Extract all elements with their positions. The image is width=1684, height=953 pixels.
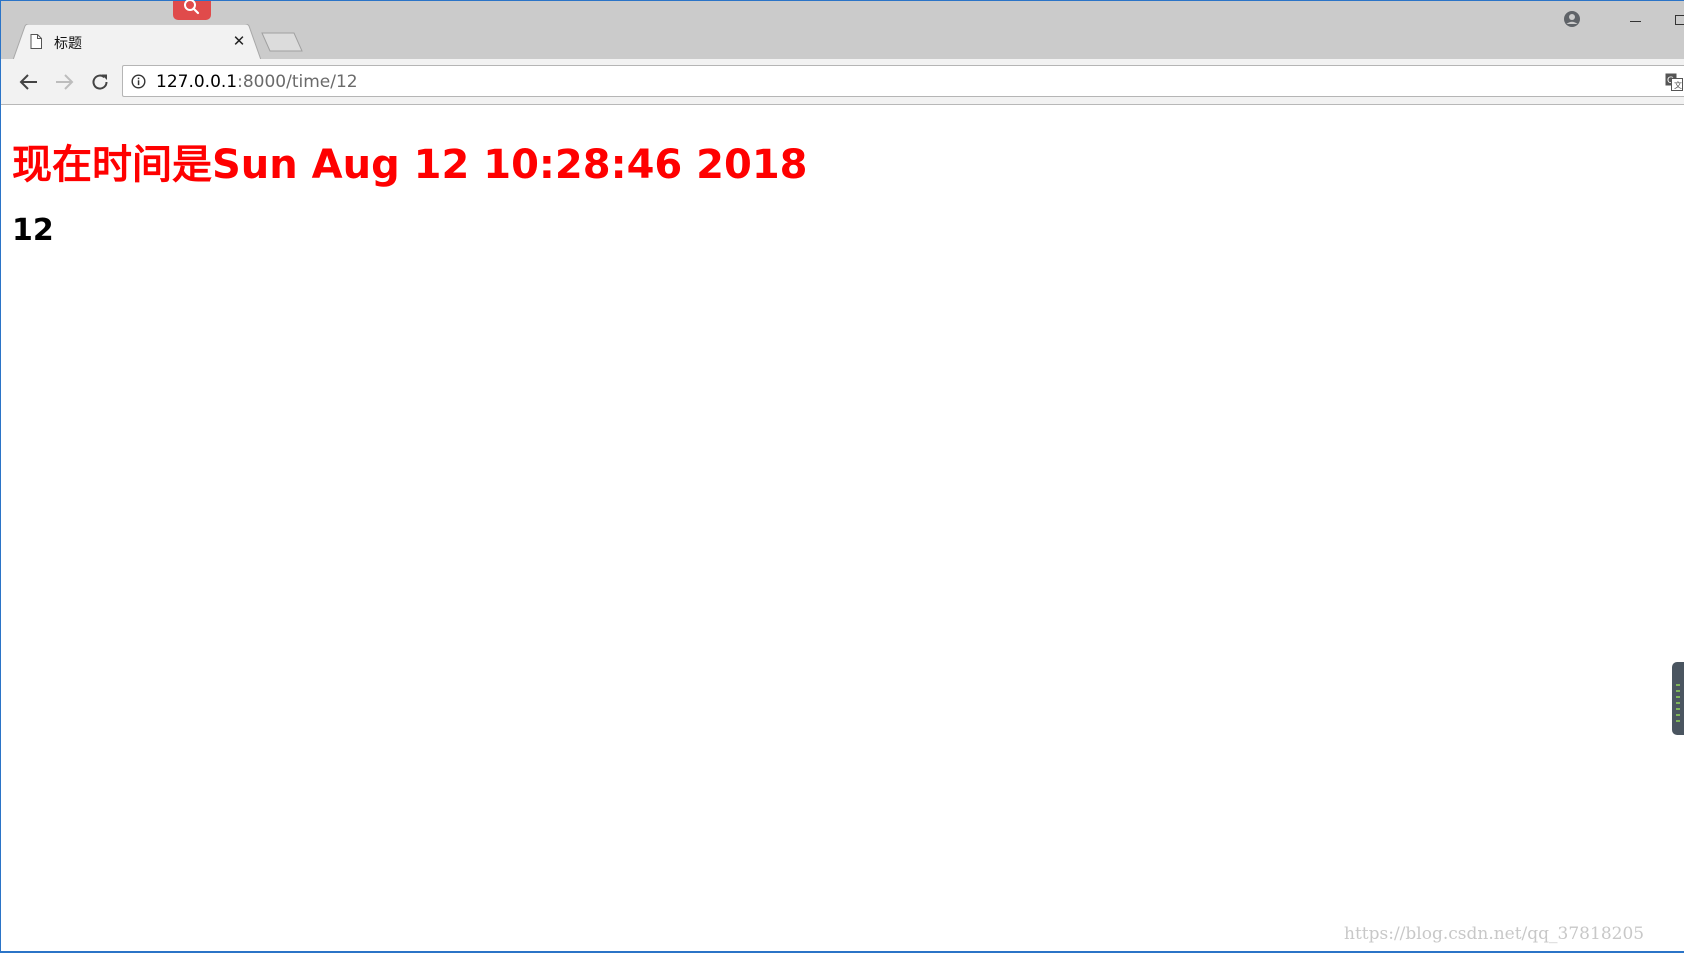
- url-path: :8000/time/12: [237, 72, 358, 92]
- arrow-right-icon[interactable]: [52, 70, 76, 94]
- info-icon[interactable]: [131, 74, 146, 94]
- minimize-button[interactable]: [1621, 13, 1649, 27]
- tab-strip: 标题 ✕: [1, 0, 1684, 60]
- document-icon: [30, 34, 42, 54]
- page-content: 现在时间是Sun Aug 12 10:28:46 2018 12 https:/…: [1, 106, 1684, 953]
- url-host: 127.0.0.1: [156, 72, 238, 92]
- maximize-button[interactable]: [1675, 15, 1684, 25]
- page-heading: 现在时间是Sun Aug 12 10:28:46 2018: [12, 142, 808, 188]
- page-subheading: 12: [12, 213, 54, 248]
- new-tab-button[interactable]: [261, 31, 305, 58]
- toolbar: 127.0.0.1:8000/time/12 G 文: [1, 59, 1684, 105]
- watermark: https://blog.csdn.net/qq_37818205: [1344, 924, 1645, 944]
- arrow-left-icon[interactable]: [17, 70, 41, 94]
- url-text[interactable]: 127.0.0.1:8000/time/12: [156, 72, 358, 92]
- translate-icon[interactable]: G 文: [1665, 73, 1683, 96]
- account-circle-icon[interactable]: [1563, 10, 1581, 33]
- tab-active[interactable]: 标题 ✕: [13, 24, 261, 60]
- tab-title: 标题: [54, 36, 82, 52]
- search-extension-icon[interactable]: [173, 0, 211, 20]
- side-widget[interactable]: [1672, 662, 1684, 735]
- close-tab-icon[interactable]: ✕: [231, 33, 247, 49]
- svg-text:文: 文: [1674, 80, 1682, 90]
- address-bar[interactable]: 127.0.0.1:8000/time/12 G 文: [122, 65, 1684, 97]
- browser-window: 标题 ✕ 127.0.0.1:8000/time/12 G 文 现在时间是Sun…: [0, 0, 1684, 953]
- reload-icon[interactable]: [88, 70, 112, 94]
